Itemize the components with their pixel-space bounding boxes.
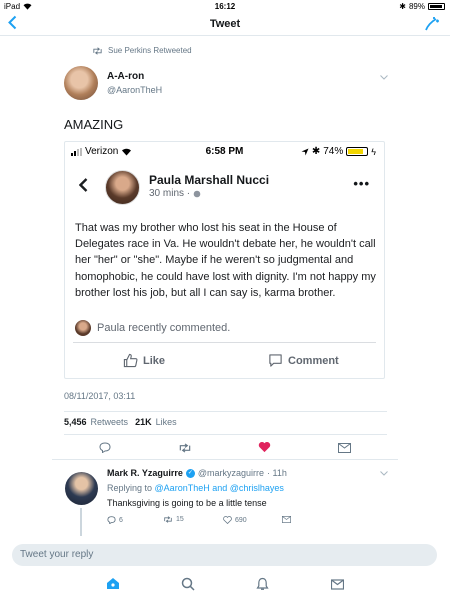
battery-icon — [428, 3, 445, 10]
divider — [64, 411, 387, 412]
battery-percent: 89% — [408, 2, 425, 11]
thread-line — [80, 508, 82, 536]
chevron-down-icon — [380, 75, 388, 80]
status-time: 16:12 — [214, 2, 236, 11]
reply-button[interactable] — [99, 440, 111, 458]
divider — [64, 434, 387, 435]
charging-icon: ϟ — [371, 146, 376, 157]
compose-icon — [425, 17, 439, 31]
reply-like-button[interactable]: 690 — [223, 516, 247, 524]
embedded-poster-name: Paula Marshall Nucci — [149, 173, 270, 187]
retweet-context-label: Sue Perkins Retweeted — [108, 46, 192, 55]
globe-icon — [193, 190, 201, 197]
envelope-icon — [282, 516, 291, 523]
reply-icon — [107, 516, 116, 524]
compose-button[interactable] — [424, 16, 440, 37]
like-count[interactable]: 21K — [135, 417, 152, 427]
tweet-stats: 5,456 Retweets 21K Likes — [64, 417, 177, 427]
embedded-comment-label: Comment — [288, 354, 339, 367]
reply-retweet-button[interactable]: 15 — [163, 516, 184, 523]
retweet-context[interactable]: Sue Perkins Retweeted — [92, 46, 192, 55]
status-bar: iPad 16:12 ✱ 89% — [0, 0, 450, 14]
reply-author-name[interactable]: Mark R. Yzaguirre — [107, 468, 183, 478]
bluetooth-icon: ✱ — [311, 146, 321, 157]
embedded-post-body: That was my brother who lost his seat in… — [75, 222, 376, 299]
reply-text: Thanksgiving is going to be a little ten… — [107, 498, 267, 508]
reply-icon — [99, 442, 111, 454]
retweet-button[interactable] — [178, 440, 192, 458]
mention-link[interactable]: @AaronTheH — [155, 483, 210, 493]
embedded-status-bar: Verizon 6:58 PM ✱ 74% ϟ — [65, 146, 384, 158]
reply-like-count: 690 — [235, 516, 247, 524]
like-button[interactable] — [258, 440, 271, 458]
reply-options-button[interactable] — [380, 468, 388, 478]
reply-retweet-count: 15 — [176, 516, 184, 523]
verified-icon: ✓ — [185, 468, 195, 478]
reply-dm-button[interactable] — [282, 516, 291, 523]
author-handle[interactable]: @AaronTheH — [107, 85, 162, 95]
embedded-like-label: Like — [143, 354, 166, 367]
heart-icon — [223, 516, 232, 524]
thumbs-up-icon — [123, 353, 138, 368]
commenter-avatar — [75, 320, 91, 336]
direct-message-button[interactable] — [338, 440, 351, 458]
embedded-battery-percent: 74% — [323, 146, 344, 157]
battery-icon — [346, 147, 369, 156]
divider — [73, 342, 376, 343]
tweet-text: AMAZING — [64, 117, 124, 132]
page-title: Tweet — [209, 18, 241, 30]
speech-bubble-icon — [269, 354, 282, 367]
reply-reply-button[interactable]: 6 — [107, 516, 123, 524]
retweet-count-label[interactable]: Retweets — [91, 417, 129, 427]
nav-bar: Tweet — [0, 14, 450, 36]
reply-input[interactable]: Tweet your reply — [12, 544, 437, 566]
tweet-actions — [64, 440, 387, 456]
divider — [52, 459, 398, 460]
reply-author-handle[interactable]: @markyzaguirre — [198, 468, 264, 478]
retweet-icon — [179, 443, 191, 453]
embedded-post-meta: 30 mins · — [149, 188, 191, 199]
retweet-icon — [164, 516, 172, 523]
tab-search[interactable] — [181, 577, 195, 596]
more-icon: ••• — [353, 176, 370, 191]
bell-icon — [256, 577, 269, 590]
tweet-image[interactable]: Verizon 6:58 PM ✱ 74% ϟ Paula Marshall N… — [64, 141, 385, 379]
retweet-count[interactable]: 5,456 — [64, 417, 87, 427]
tab-home[interactable] — [106, 577, 120, 595]
envelope-icon — [330, 579, 345, 590]
envelope-icon — [338, 443, 351, 453]
replying-to: Replying to @AaronTheH and @chrislhayes — [107, 483, 284, 493]
embedded-avatar — [105, 170, 140, 205]
home-icon — [107, 578, 119, 589]
tweet-options-button[interactable] — [380, 72, 388, 82]
tab-bar — [0, 570, 450, 600]
chevron-left-icon — [78, 178, 88, 197]
author-avatar[interactable] — [64, 66, 98, 100]
retweet-icon — [93, 46, 102, 55]
location-arrow-icon — [301, 148, 309, 155]
reply-count: 6 — [119, 516, 123, 524]
heart-icon — [258, 441, 271, 453]
author-name[interactable]: A-A-ron — [107, 71, 144, 82]
bluetooth-icon: ✱ — [399, 2, 406, 11]
commented-note: Paula recently commented. — [97, 322, 231, 334]
mention-link[interactable]: @chrislhayes — [230, 483, 284, 493]
tweet-timestamp: 08/11/2017, 03:11 — [64, 391, 136, 401]
tab-messages[interactable] — [330, 577, 345, 595]
chevron-down-icon — [380, 471, 388, 476]
search-icon — [181, 577, 195, 591]
like-count-label[interactable]: Likes — [156, 417, 177, 427]
reply-time: · 11h — [267, 468, 287, 478]
reply-avatar[interactable] — [65, 472, 98, 505]
tab-notifications[interactable] — [256, 577, 269, 596]
